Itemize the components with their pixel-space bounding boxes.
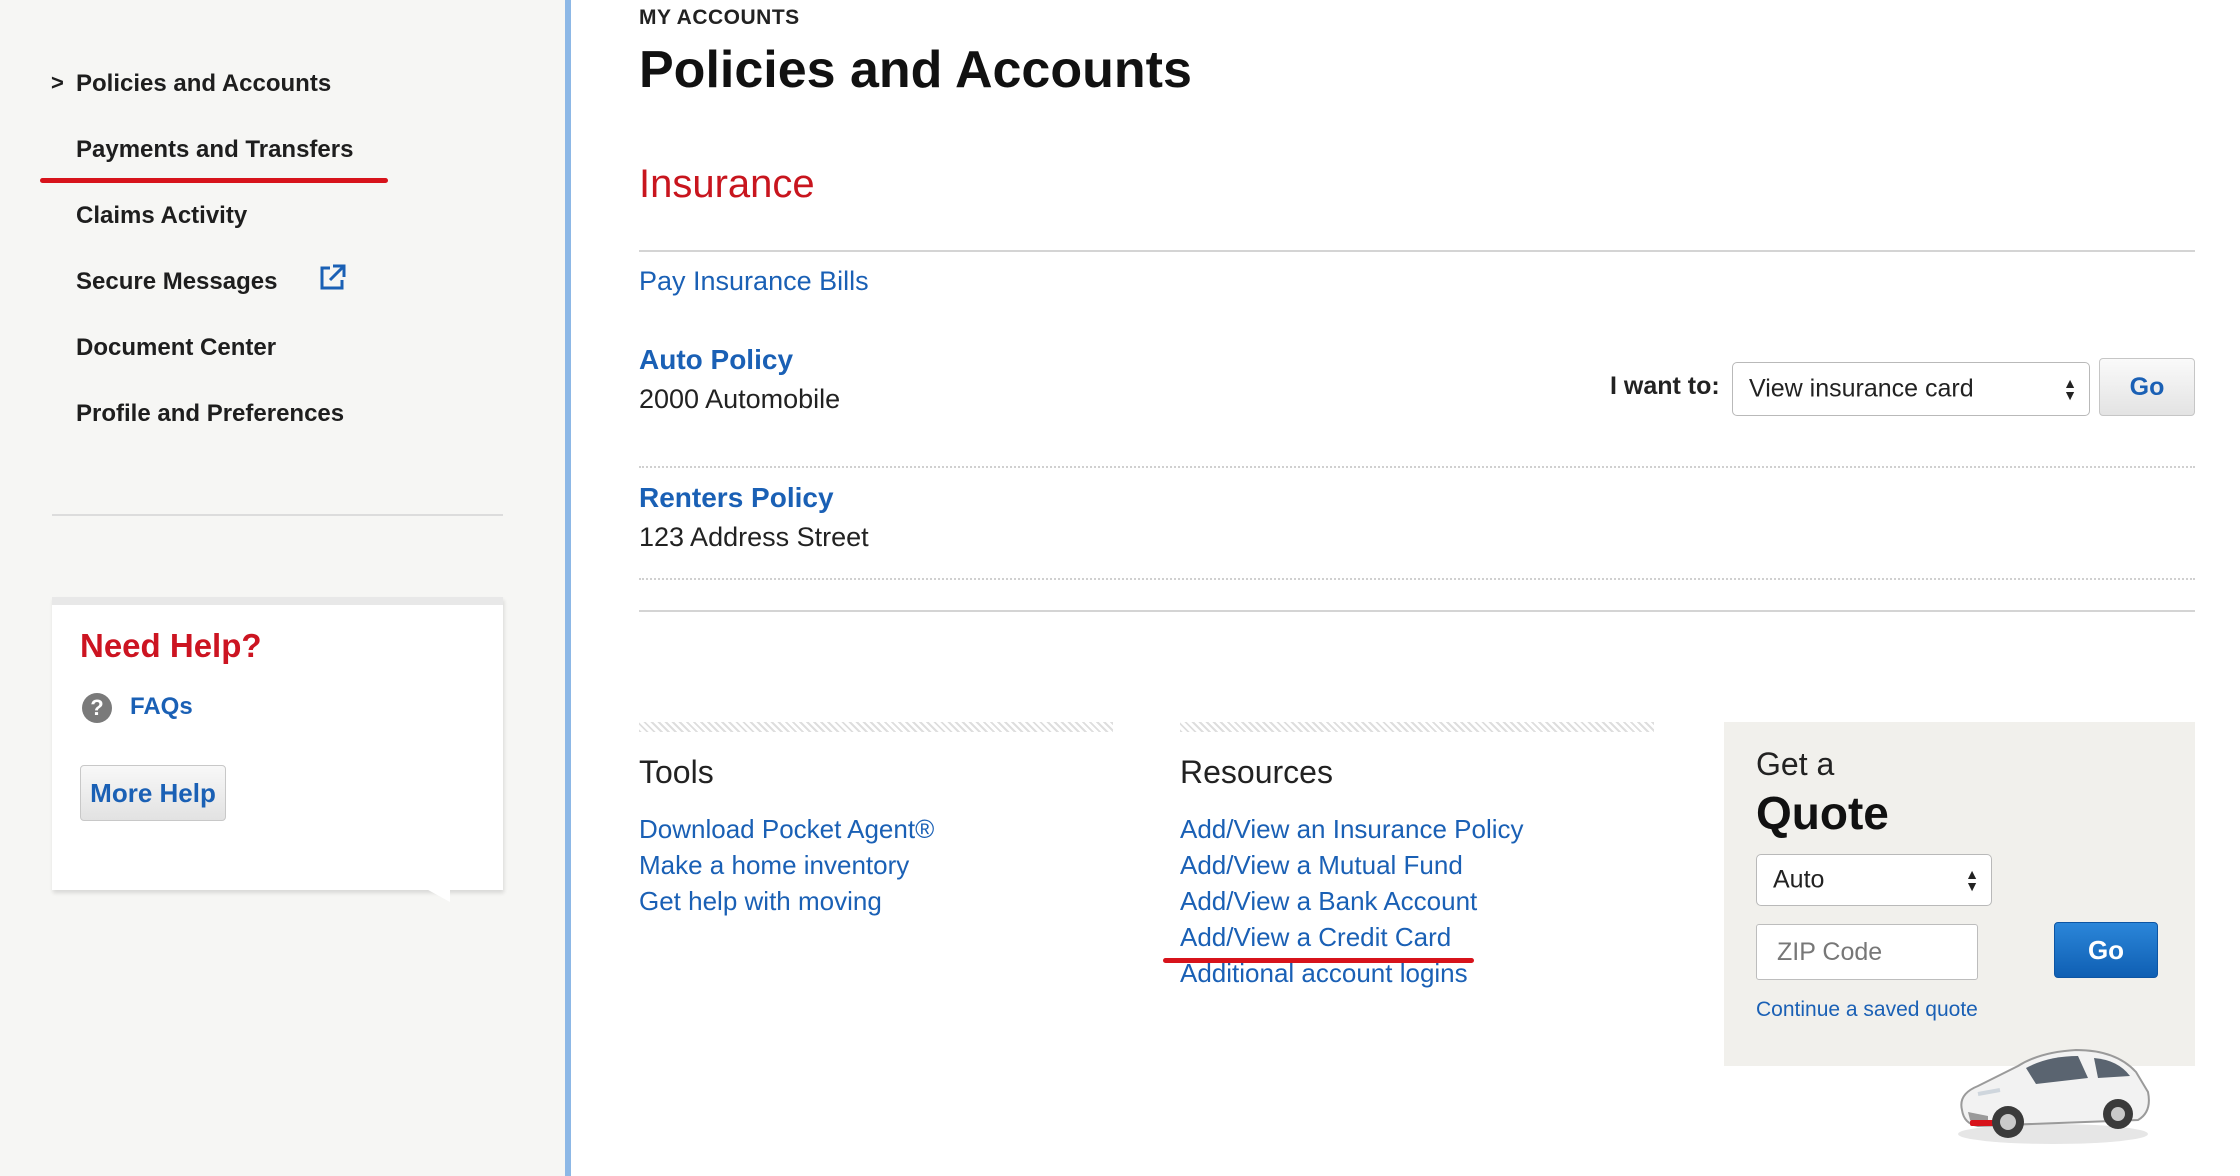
sidebar-item-profile-and-preferences[interactable]: Profile and Preferences <box>76 400 344 428</box>
sidebar: > Policies and Accounts Payments and Tra… <box>0 0 565 1176</box>
sidebar-item-label: Policies and Accounts <box>76 70 332 97</box>
renters-policy-link[interactable]: Renters Policy <box>639 482 834 514</box>
question-circle-icon: ? <box>82 693 112 723</box>
renters-policy-subtitle: 123 Address Street <box>639 522 869 552</box>
sidebar-item-document-center[interactable]: Document Center <box>76 334 276 362</box>
tools-links: Download Pocket Agent® Make a home inven… <box>639 811 934 919</box>
auto-policy-link[interactable]: Auto Policy <box>639 344 793 376</box>
tools-title: Tools <box>639 754 714 790</box>
quote-product-selected: Auto <box>1773 865 1825 894</box>
quote-go-button[interactable]: Go <box>2054 922 2158 978</box>
page-title: Policies and Accounts <box>639 41 1192 99</box>
policy-action-go-button[interactable]: Go <box>2099 358 2195 416</box>
zip-code-input[interactable] <box>1756 924 1978 980</box>
car-image <box>1958 1048 2150 1144</box>
add-view-bank-account-link[interactable]: Add/View a Bank Account <box>1180 886 1477 916</box>
policy-action-selected: View insurance card <box>1749 374 1974 403</box>
resources-links: Add/View an Insurance Policy Add/View a … <box>1180 811 1524 991</box>
sidebar-item-secure-messages[interactable]: Secure Messages <box>76 268 277 296</box>
sidebar-item-label: Payments and Transfers <box>76 136 354 163</box>
breadcrumb: MY ACCOUNTS <box>639 6 800 29</box>
auto-policy-subtitle: 2000 Automobile <box>639 384 841 414</box>
sidebar-item-label: Claims Activity <box>76 202 248 229</box>
pay-insurance-bills-link[interactable]: Pay Insurance Bills <box>639 266 869 297</box>
section-divider <box>639 610 2195 612</box>
home-inventory-link[interactable]: Make a home inventory <box>639 850 909 880</box>
chevron-right-icon: > <box>51 70 64 95</box>
sidebar-border <box>565 0 571 1176</box>
add-view-mutual-fund-link[interactable]: Add/View a Mutual Fund <box>1180 850 1463 880</box>
resources-title: Resources <box>1180 754 1333 790</box>
help-panel: Need Help? ? FAQs More Help <box>52 597 503 890</box>
sidebar-item-label: Profile and Preferences <box>76 400 345 427</box>
help-moving-link[interactable]: Get help with moving <box>639 886 882 916</box>
insurance-section-title: Insurance <box>639 162 815 206</box>
annotation-underline-credit-card <box>1163 958 1474 963</box>
sidebar-item-payments-and-transfers[interactable]: Payments and Transfers <box>76 136 353 164</box>
external-link-icon <box>320 264 346 290</box>
get-quote-panel: Get a Quote Auto ▲▼ Go Continue a saved … <box>1724 722 2195 1066</box>
sidebar-item-policies-and-accounts[interactable]: > Policies and Accounts <box>51 70 332 98</box>
sidebar-item-label: Document Center <box>76 334 277 361</box>
select-arrows-icon: ▲ ▼ <box>1965 866 1979 894</box>
help-title: Need Help? <box>80 627 262 664</box>
quote-product-select[interactable]: Auto ▲ ▼ <box>1756 854 1992 906</box>
policy-divider <box>639 578 2195 580</box>
faqs-link[interactable]: FAQs <box>130 693 193 721</box>
quote-subtitle: Get a <box>1756 746 1835 782</box>
resources-hatch-divider <box>1180 722 1654 732</box>
annotation-underline-payments <box>40 178 388 183</box>
more-help-button[interactable]: More Help <box>80 765 226 821</box>
select-arrows-icon: ▲ ▼ <box>2063 375 2077 403</box>
add-view-credit-card-link[interactable]: Add/View a Credit Card <box>1180 922 1451 952</box>
download-pocket-agent-link[interactable]: Download Pocket Agent® <box>639 814 934 844</box>
policy-divider <box>639 466 2195 468</box>
add-view-insurance-policy-link[interactable]: Add/View an Insurance Policy <box>1180 814 1524 844</box>
help-panel-tail <box>410 880 450 902</box>
sidebar-item-claims-activity[interactable]: Claims Activity <box>76 202 247 230</box>
i-want-to-label: I want to: <box>1610 372 1720 400</box>
continue-saved-quote-link[interactable]: Continue a saved quote <box>1756 998 1978 1022</box>
sidebar-item-label: Secure Messages <box>76 268 278 295</box>
tools-hatch-divider <box>639 722 1113 732</box>
sidebar-divider <box>52 514 503 516</box>
policy-action-select[interactable]: View insurance card ▲ ▼ <box>1732 362 2090 416</box>
quote-title: Quote <box>1756 787 1889 839</box>
section-divider <box>639 250 2195 252</box>
